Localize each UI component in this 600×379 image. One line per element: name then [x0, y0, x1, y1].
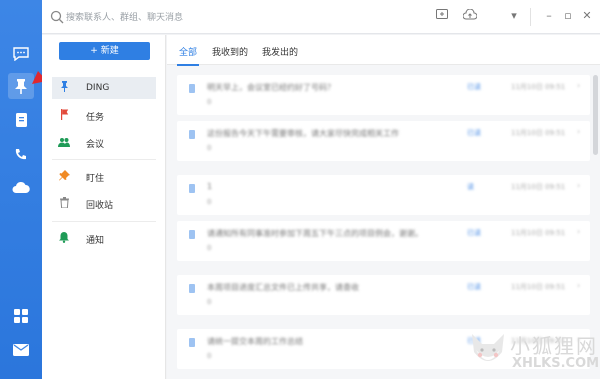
- list-item[interactable]: 本周项目进度汇总文件已上传共享，请查收 0 已读 11月10日 09:51 ›: [177, 275, 590, 315]
- nav-item-label: DING: [86, 83, 110, 93]
- search-input[interactable]: 搜索联系人、群组、聊天消息: [66, 10, 183, 23]
- message-text: 本周项目进度汇总文件已上传共享，请查收: [207, 283, 359, 292]
- reply-count: 0: [207, 352, 212, 360]
- contacts-book-icon[interactable]: [11, 110, 31, 130]
- tab-all[interactable]: 全部: [179, 45, 197, 58]
- app-rail: [0, 0, 42, 379]
- message-text: 明天早上，会议室已经约好了号码？: [207, 83, 335, 92]
- nav-item-label: 会议: [86, 139, 105, 150]
- close-icon[interactable]: ✕: [580, 9, 594, 23]
- tab-received[interactable]: 我收到的: [212, 45, 248, 58]
- watermark: 小狐狸网 XHLKS.COM: [466, 322, 600, 379]
- list-item[interactable]: 请通知所有同事准时参加下周五下午三点的项目例会，谢谢。 0 已读 11月10日 …: [177, 221, 590, 261]
- nav-item-recycle-bin[interactable]: 回收站: [52, 193, 156, 215]
- pin-icon: [189, 284, 195, 293]
- chevron-right-icon[interactable]: ›: [577, 81, 580, 90]
- read-status: 读: [467, 183, 474, 191]
- chevron-right-icon[interactable]: ›: [577, 127, 580, 136]
- pin-icon: [189, 184, 195, 193]
- nav-item-meeting[interactable]: 会议: [52, 132, 156, 154]
- message-text: 请统一提交本周的工作总结: [207, 337, 303, 346]
- watermark-text: 小狐狸网: [510, 334, 598, 358]
- reply-count: 0: [207, 244, 212, 252]
- divider: [530, 8, 531, 26]
- ding-nav-panel: + 新建 DING 任务 会议 盯住 回收站 通知: [42, 35, 166, 379]
- timestamp: 11月10日 09:51: [511, 129, 566, 137]
- nav-item-label: 回收站: [86, 200, 114, 211]
- new-message-icon[interactable]: [435, 9, 449, 23]
- dropdown-caret-icon[interactable]: ▾: [507, 9, 521, 23]
- active-tab-indicator: [177, 64, 199, 66]
- reply-count: 0: [207, 144, 212, 152]
- pin-icon: [58, 81, 70, 95]
- reply-count: 0: [207, 198, 212, 206]
- pin-icon: [189, 230, 195, 239]
- nav-item-pinned[interactable]: 盯住: [52, 166, 156, 188]
- cloud-upload-icon[interactable]: [462, 8, 478, 23]
- flag-icon: [58, 109, 70, 123]
- phone-icon[interactable]: [11, 145, 31, 165]
- bell-icon: [58, 232, 70, 246]
- message-text: 请通知所有同事准时参加下周五下午三点的项目例会，谢谢。: [207, 229, 423, 238]
- pin-orange-icon: [58, 170, 70, 184]
- tab-sent[interactable]: 我发出的: [262, 45, 298, 58]
- list-item[interactable]: 明天早上，会议室已经约好了号码？ 0 已读 11月10日 09:51 ›: [177, 75, 590, 115]
- list-item[interactable]: 1 0 读 11月10日 09:51 ›: [177, 175, 590, 215]
- message-text: 1: [207, 182, 213, 191]
- trash-icon: [58, 197, 70, 211]
- timestamp: 11月10日 09:51: [511, 83, 566, 91]
- nav-item-label: 盯住: [86, 173, 105, 184]
- nav-item-task[interactable]: 任务: [52, 105, 156, 127]
- read-status: 已读: [467, 129, 481, 137]
- timestamp: 11月10日 09:51: [511, 229, 566, 237]
- cloud-icon[interactable]: [11, 178, 31, 198]
- pin-icon: [189, 84, 195, 93]
- nav-item-ding[interactable]: DING: [52, 77, 156, 99]
- divider: [52, 221, 156, 222]
- maximize-icon[interactable]: ▫: [561, 9, 575, 23]
- reply-count: 0: [207, 98, 212, 106]
- message-text: 这份报告今天下午需要审核，请大家尽快完成相关工作: [207, 129, 399, 138]
- nav-item-notification[interactable]: 通知: [52, 228, 156, 250]
- chevron-right-icon[interactable]: ›: [577, 281, 580, 290]
- mail-icon[interactable]: [11, 340, 31, 360]
- chevron-right-icon[interactable]: ›: [577, 227, 580, 236]
- people-icon: [58, 137, 70, 150]
- nav-item-label: 任务: [86, 112, 105, 123]
- reply-count: 0: [207, 298, 212, 306]
- read-status: 已读: [467, 83, 481, 91]
- new-button[interactable]: + 新建: [59, 42, 150, 60]
- pin-icon: [189, 338, 195, 347]
- divider: [52, 159, 156, 160]
- pin-icon: [189, 130, 195, 139]
- timestamp: 11月10日 09:51: [511, 183, 566, 191]
- chat-icon[interactable]: [11, 44, 31, 64]
- nav-item-label: 通知: [86, 235, 105, 246]
- tab-bar: 全部 我收到的 我发出的: [167, 35, 600, 66]
- fox-logo-icon: [472, 334, 504, 361]
- list-item[interactable]: 这份报告今天下午需要审核，请大家尽快完成相关工作 0 已读 11月10日 09:…: [177, 121, 590, 161]
- scrollbar[interactable]: [593, 75, 598, 155]
- read-status: 已读: [467, 229, 481, 237]
- search-icon: [50, 10, 64, 24]
- apps-grid-icon[interactable]: [11, 306, 31, 326]
- watermark-domain: XHLKS.COM: [512, 356, 600, 371]
- minimize-icon[interactable]: –: [542, 9, 556, 23]
- timestamp: 11月10日 09:51: [511, 283, 566, 291]
- top-bar: 搜索联系人、群组、聊天消息 ▾ – ▫ ✕: [42, 0, 600, 34]
- chevron-right-icon[interactable]: ›: [577, 181, 580, 190]
- read-status: 已读: [467, 283, 481, 291]
